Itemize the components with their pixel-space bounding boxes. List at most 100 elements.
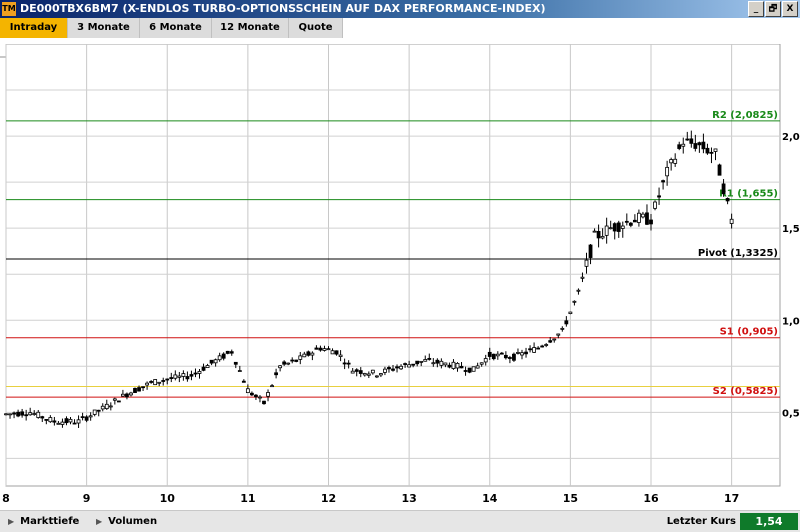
candle-body [459, 365, 464, 369]
candle-body [705, 147, 710, 154]
candle-body [495, 353, 500, 357]
candle-body [564, 320, 569, 325]
candle-body [121, 393, 125, 397]
y-tick-label: 1,5 [782, 224, 800, 235]
candle-body [217, 355, 222, 361]
candle-body [443, 362, 448, 366]
candle-body [112, 398, 117, 401]
candle-body [133, 387, 137, 393]
candle-body [326, 348, 331, 351]
candle-body [415, 360, 420, 365]
candle-body [116, 400, 121, 403]
candle-body [411, 363, 416, 366]
tab-3-monate[interactable]: 3 Monate [68, 18, 140, 38]
candle-body [278, 365, 283, 369]
candle-body [96, 409, 101, 412]
candle-body [600, 236, 605, 239]
x-tick-label: 16 [643, 492, 659, 505]
candle-body [282, 361, 287, 365]
candle-body [419, 360, 424, 363]
candle-body [677, 144, 682, 149]
triangle-right-icon: ▶ [8, 517, 15, 526]
tab-intraday[interactable]: Intraday [0, 18, 68, 38]
candle-body [588, 244, 593, 258]
candle-body [314, 347, 319, 350]
candle-body [153, 379, 158, 386]
candle-body [270, 385, 274, 388]
level-label-r2: R2 (2,0825) [712, 110, 778, 121]
window-title: DE000TBX6BM7 (X-ENDLOS TURBO-OPTIONSSCHE… [20, 2, 546, 15]
candle-body [137, 387, 141, 392]
candle-body [387, 367, 391, 370]
x-tick-label: 11 [240, 492, 255, 505]
y-tick-label: 1,0 [782, 316, 800, 327]
candle-body [632, 219, 637, 223]
candle-body [141, 386, 145, 389]
candle-body [669, 159, 674, 164]
chart-area[interactable]: R2 (2,0825) R1 (1,655) Pivot (1,3325) S1 (0… [0, 43, 800, 510]
markttiefe-label: Markttiefe [20, 516, 80, 527]
candle-body [717, 164, 722, 176]
candle-body [266, 392, 270, 397]
tab-6-monate[interactable]: 6 Monate [140, 18, 212, 38]
candle-body [512, 353, 516, 361]
candle-body [44, 419, 49, 421]
candle-body [395, 366, 399, 369]
candle-body [580, 276, 585, 279]
markttiefe-link[interactable]: ▶ Markttiefe [8, 511, 79, 532]
candle-body [483, 358, 488, 363]
candle-body [628, 222, 633, 226]
candle-body [338, 354, 343, 357]
close-button[interactable]: X [782, 1, 798, 17]
candle-body [189, 374, 194, 377]
candle-body [32, 413, 37, 415]
candle-body [306, 351, 311, 356]
candle-body [503, 354, 508, 359]
x-tick-label: 9 [83, 492, 91, 505]
candle-body [165, 378, 170, 381]
candle-body [645, 212, 649, 225]
candle-body [657, 195, 661, 198]
candle-body [181, 373, 186, 377]
candle-body [681, 143, 686, 147]
candle-body [92, 409, 97, 415]
candle-body [641, 213, 645, 218]
volumen-link[interactable]: ▶ Volumen [96, 511, 157, 532]
x-tick-label: 17 [724, 492, 739, 505]
candle-body [499, 352, 504, 355]
candle-body [612, 223, 617, 232]
triangle-right-icon: ▶ [96, 517, 103, 526]
candle-body [407, 364, 412, 368]
candle-body [374, 375, 379, 378]
candle-body [479, 362, 484, 365]
candle-body [532, 347, 536, 353]
candle-body [370, 369, 375, 374]
candle-body [16, 411, 20, 417]
candle-body [475, 365, 480, 369]
y-tick-label: 0,5 [782, 408, 800, 419]
tab-quote[interactable]: Quote [289, 18, 343, 38]
candle-body [342, 362, 347, 365]
candle-body [713, 148, 718, 152]
intraday-chart[interactable]: R2 (2,0825)R1 (1,655)Pivot (1,3325)S1 (0… [0, 43, 800, 510]
candle-body [233, 361, 238, 365]
candle-body [193, 372, 198, 375]
candle-body [584, 259, 589, 267]
minimize-button[interactable]: _ [748, 1, 764, 17]
candle-body [729, 218, 734, 224]
tab-12-monate[interactable]: 12 Monate [212, 18, 289, 38]
candle-body [169, 377, 174, 379]
candle-body [229, 351, 234, 354]
candle-body [616, 222, 621, 232]
chart-grid [5, 43, 781, 487]
candle-body [197, 371, 202, 374]
candle-body [552, 338, 557, 341]
candle-body [701, 141, 706, 150]
candle-body [689, 138, 694, 144]
candle-body [427, 357, 432, 360]
level-label-s2: S2 (0,5825) [713, 386, 778, 397]
restore-button[interactable]: 🗗 [765, 1, 781, 17]
candle-body [383, 368, 387, 373]
candle-body [80, 416, 85, 419]
candle-body [36, 411, 41, 418]
